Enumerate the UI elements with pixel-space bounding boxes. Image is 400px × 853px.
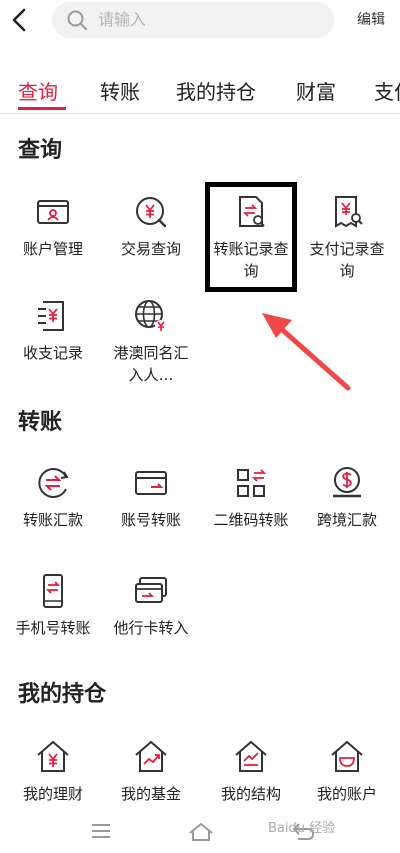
system-nav-bar [0, 808, 400, 853]
globe-yen-icon [131, 296, 171, 336]
tab-payment[interactable]: 支付 [374, 78, 400, 106]
item-label: 转账汇款 [22, 511, 83, 529]
qr-transfer-icon [231, 463, 271, 503]
item-cross-border-remit[interactable]: 跨境汇款 [300, 463, 394, 531]
item-label: 港澳同名汇入人… [113, 344, 189, 384]
search-input[interactable]: 请输入 [52, 2, 334, 38]
account-card-icon [33, 192, 73, 232]
item-qr-transfer[interactable]: 二维码转账 [204, 463, 298, 531]
active-tab-indicator [18, 107, 66, 110]
category-tabs: 查询 转账 我的持仓 财富 支付 [0, 60, 400, 114]
item-payment-record-query[interactable]: 支付记录查询 [300, 192, 394, 282]
house-yen-icon [33, 737, 73, 777]
item-transaction-query[interactable]: 交易查询 [104, 192, 198, 260]
item-account-management[interactable]: 账户管理 [6, 192, 100, 260]
transfer-circle-icon [33, 463, 73, 503]
item-label: 我的理财 [22, 785, 83, 803]
highlight-box [205, 182, 297, 292]
item-label: 二维码转账 [213, 511, 289, 529]
tab-wealth[interactable]: 财富 [296, 78, 336, 106]
tab-my-holdings[interactable]: 我的持仓 [176, 78, 256, 106]
item-phone-transfer[interactable]: 手机号转账 [6, 571, 100, 639]
item-label: 我的结构 [220, 785, 281, 803]
watermark: Baidu 经验 [268, 821, 336, 836]
item-label: 我的基金 [120, 785, 181, 803]
phone-transfer-icon [33, 571, 73, 611]
item-my-fund[interactable]: 我的基金 [104, 737, 198, 805]
item-my-wealth-management[interactable]: 我的理财 [6, 737, 100, 805]
house-bowl-icon [327, 737, 367, 777]
item-income-expense-record[interactable]: 收支记录 [6, 296, 100, 364]
yen-receipt-search-icon [327, 192, 367, 232]
top-bar: 请输入 编辑 [0, 0, 400, 46]
item-label: 我的账户 [316, 785, 377, 803]
item-label: 交易查询 [120, 240, 181, 258]
tab-transfer[interactable]: 转账 [100, 78, 140, 106]
yen-search-icon [131, 192, 171, 232]
item-hk-macau-remit[interactable]: 港澳同名汇入人… [104, 296, 198, 386]
house-structure-icon [231, 737, 271, 777]
menu-icon[interactable] [88, 818, 114, 844]
item-transfer-remit[interactable]: 转账汇款 [6, 463, 100, 531]
income-expense-icon [33, 296, 73, 336]
section-title-my-holdings: 我的持仓 [18, 682, 107, 707]
tab-query[interactable]: 查询 [18, 78, 58, 106]
section-title-query: 查询 [18, 138, 63, 163]
item-label: 他行卡转入 [113, 619, 189, 637]
item-my-account[interactable]: 我的账户 [300, 737, 394, 805]
back-arrow-icon[interactable] [8, 6, 32, 34]
home-icon[interactable] [188, 818, 214, 844]
card-transfer-icon [131, 463, 171, 503]
item-label: 跨境汇款 [316, 511, 377, 529]
item-label: 账号转账 [120, 511, 181, 529]
search-icon [66, 9, 88, 31]
item-label: 账户管理 [22, 240, 83, 258]
item-label: 收支记录 [22, 344, 83, 362]
item-my-structured[interactable]: 我的结构 [204, 737, 298, 805]
other-bank-card-icon [131, 571, 171, 611]
house-chart-icon [131, 737, 171, 777]
cross-border-dollar-icon [327, 463, 367, 503]
item-other-bank-card-in[interactable]: 他行卡转入 [104, 571, 198, 639]
item-label: 手机号转账 [15, 619, 91, 637]
section-title-transfer: 转账 [18, 410, 63, 435]
item-account-transfer[interactable]: 账号转账 [104, 463, 198, 531]
search-placeholder: 请输入 [98, 10, 147, 29]
item-label: 支付记录查询 [309, 240, 385, 280]
edit-button[interactable]: 编辑 [357, 10, 385, 30]
